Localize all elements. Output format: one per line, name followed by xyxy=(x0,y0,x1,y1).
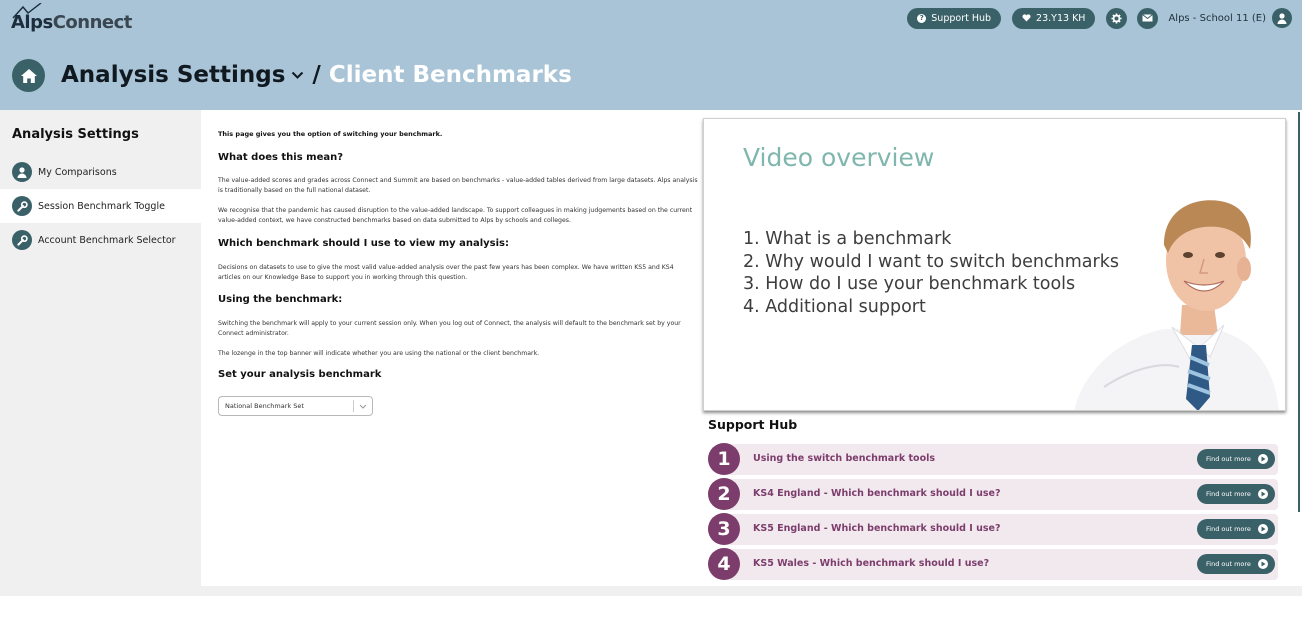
support-hub-item-label[interactable]: KS5 Wales - Which benchmark should I use… xyxy=(753,558,989,569)
home-button[interactable] xyxy=(12,59,45,92)
video-overview-player[interactable]: Video overview 1. What is a benchmark 2.… xyxy=(703,118,1286,411)
top-banner: AlpsConnect ? Support Hub 23.Y13 KH Alps… xyxy=(0,0,1302,110)
arrow-right-icon xyxy=(1258,524,1268,534)
video-topic-list: 1. What is a benchmark 2. Why would I wa… xyxy=(743,228,1119,318)
support-hub-item[interactable]: 2 KS4 England - Which benchmark should I… xyxy=(708,478,1278,510)
arrow-right-icon xyxy=(1258,454,1268,464)
section-heading: Which benchmark should I use to view my … xyxy=(218,238,510,249)
messages-button[interactable] xyxy=(1137,7,1159,29)
heart-icon xyxy=(1022,14,1031,22)
support-hub-title: Support Hub xyxy=(708,417,798,432)
sidebar-item-account-benchmark-selector[interactable]: Account Benchmark Selector xyxy=(0,223,201,257)
video-title: Video overview xyxy=(743,143,935,172)
button-label: Find out more xyxy=(1206,560,1251,568)
settings-button[interactable] xyxy=(1106,7,1128,29)
dataset-label: 23.Y13 KH xyxy=(1036,12,1086,24)
sidebar-item-session-benchmark-toggle[interactable]: Session Benchmark Toggle xyxy=(0,189,201,223)
logo-part1: Alps xyxy=(11,12,53,33)
gear-icon xyxy=(1111,12,1122,24)
arrow-right-icon xyxy=(1258,559,1268,569)
sidebar-item-label: Account Benchmark Selector xyxy=(38,234,176,246)
support-hub-item-label[interactable]: KS5 England - Which benchmark should I u… xyxy=(753,523,1000,534)
button-label: Find out more xyxy=(1206,525,1251,533)
sidebar-item-label: Session Benchmark Toggle xyxy=(38,200,165,212)
find-out-more-button[interactable]: Find out more xyxy=(1197,519,1275,539)
support-hub-item-label[interactable]: KS4 England - Which benchmark should I u… xyxy=(753,488,1000,499)
section-heading: What does this mean? xyxy=(218,152,344,163)
find-out-more-button[interactable]: Find out more xyxy=(1197,484,1275,504)
logo-text: AlpsConnect xyxy=(11,12,132,33)
dataset-lozenge[interactable]: 23.Y13 KH xyxy=(1012,7,1096,29)
button-label: Find out more xyxy=(1206,455,1251,463)
sidebar-item-my-comparisons[interactable]: My Comparisons xyxy=(0,155,201,189)
footer-strip xyxy=(0,586,1302,596)
chevron-down-icon[interactable] xyxy=(354,404,372,409)
video-topic: 4. Additional support xyxy=(743,296,926,317)
logo-part2: Connect xyxy=(52,12,133,33)
question-icon: ? xyxy=(917,13,927,23)
support-hub-label: Support Hub xyxy=(931,12,992,24)
find-out-more-button[interactable]: Find out more xyxy=(1197,449,1275,469)
paragraph: Switching the benchmark will apply to yo… xyxy=(218,320,681,337)
item-number: 4 xyxy=(708,548,740,580)
envelope-icon xyxy=(1142,14,1154,22)
sidebar-title: Analysis Settings xyxy=(12,127,139,142)
page-title[interactable]: Analysis Settings xyxy=(61,62,285,88)
wrench-icon xyxy=(12,230,32,250)
chevron-down-icon[interactable] xyxy=(291,71,304,80)
student-photo xyxy=(1074,200,1279,410)
video-topic: 3. How do I use your benchmark tools xyxy=(743,274,1076,294)
support-hub-item-label[interactable]: Using the switch benchmark tools xyxy=(753,453,935,464)
sidebar: Analysis Settings My Comparisons Session… xyxy=(0,110,201,586)
item-number: 1 xyxy=(708,443,740,475)
scrollbar[interactable] xyxy=(1298,112,1300,512)
benchmark-select-value: National Benchmark Set xyxy=(225,402,304,410)
button-label: Find out more xyxy=(1206,490,1251,498)
video-topic: 2. Why would I want to switch benchmarks xyxy=(743,251,1119,272)
intro-text: This page gives you the option of switch… xyxy=(218,130,443,138)
breadcrumb-separator: / xyxy=(312,62,321,88)
support-hub-item[interactable]: 3 KS5 England - Which benchmark should I… xyxy=(708,513,1278,545)
item-number: 2 xyxy=(708,478,740,510)
page-subtitle: Client Benchmarks xyxy=(328,62,572,88)
wrench-icon xyxy=(12,196,32,216)
section-heading: Set your analysis benchmark xyxy=(218,369,382,380)
paragraph: The lozenge in the top banner will indic… xyxy=(218,350,540,357)
item-number: 3 xyxy=(708,513,740,545)
paragraph: Decisions on datasets to use to give the… xyxy=(218,264,674,281)
find-out-more-button[interactable]: Find out more xyxy=(1197,554,1275,574)
support-hub-item[interactable]: 1 Using the switch benchmark tools Find … xyxy=(708,443,1278,475)
alps-connect-logo[interactable]: AlpsConnect xyxy=(11,3,141,35)
school-name[interactable]: Alps - School 11 (E) xyxy=(1168,13,1266,24)
user-icon xyxy=(12,162,32,182)
paragraph: We recognise that the pandemic has cause… xyxy=(218,207,693,224)
support-hub-button[interactable]: ? Support Hub xyxy=(907,7,1002,29)
sidebar-item-label: My Comparisons xyxy=(38,166,117,178)
arrow-right-icon xyxy=(1258,489,1268,499)
section-heading: Using the benchmark: xyxy=(218,294,343,305)
breadcrumb: Analysis Settings / Client Benchmarks xyxy=(61,58,572,92)
top-right-controls: ? Support Hub 23.Y13 KH Alps - School 11… xyxy=(907,7,1292,29)
support-hub-item[interactable]: 4 KS5 Wales - Which benchmark should I u… xyxy=(708,548,1278,580)
home-icon xyxy=(20,68,37,83)
paragraph: The value-added scores and grades across… xyxy=(218,177,698,194)
user-icon xyxy=(1277,12,1287,24)
video-topic: 1. What is a benchmark xyxy=(743,229,952,249)
benchmark-select[interactable]: National Benchmark Set xyxy=(218,396,373,416)
user-avatar[interactable] xyxy=(1272,8,1292,28)
